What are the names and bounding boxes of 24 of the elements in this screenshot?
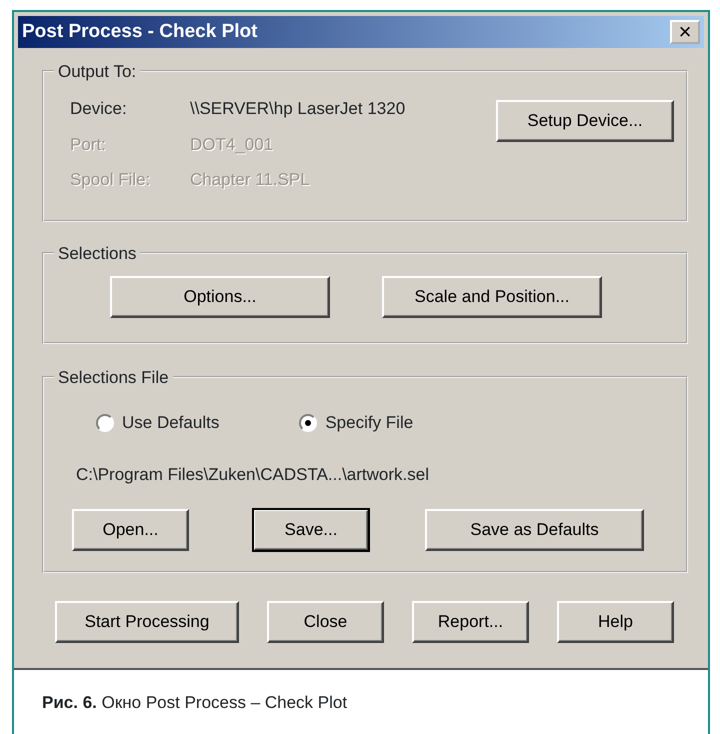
field-label: Port: bbox=[70, 134, 107, 156]
field-value: Chapter 11.SPL bbox=[190, 169, 310, 191]
figure-caption: Рис. 6. Окно Post Process – Check Plot bbox=[41, 692, 348, 714]
radio-button[interactable] bbox=[299, 414, 318, 432]
field-value: DOT4_001 bbox=[190, 134, 274, 156]
button[interactable]: Start Processing bbox=[55, 601, 239, 643]
button[interactable]: Close bbox=[267, 601, 384, 643]
button[interactable]: Help bbox=[557, 601, 674, 643]
button[interactable]: Save as Defaults bbox=[425, 509, 644, 551]
button[interactable]: Save... bbox=[253, 509, 369, 551]
close-button[interactable]: × bbox=[670, 20, 700, 44]
field-label: Spool File: bbox=[70, 169, 152, 191]
button[interactable]: Open... bbox=[72, 509, 189, 551]
button[interactable]: Options... bbox=[110, 276, 330, 318]
button[interactable]: Report... bbox=[412, 601, 529, 643]
radio-label: Specify File bbox=[325, 412, 414, 434]
window-title: Post Process - Check Plot bbox=[22, 20, 258, 44]
button[interactable]: Setup Device... bbox=[496, 100, 674, 142]
button[interactable]: Scale and Position... bbox=[382, 276, 602, 318]
radio-label: Use Defaults bbox=[122, 412, 220, 434]
field-label: Device: bbox=[70, 98, 128, 120]
radio-button[interactable] bbox=[96, 414, 114, 432]
file-path: C:\Program Files\Zuken\CADSTA...\artwork.sel bbox=[75, 464, 430, 486]
field-value: \\SERVER\hp LaserJet 1320 bbox=[190, 98, 406, 120]
